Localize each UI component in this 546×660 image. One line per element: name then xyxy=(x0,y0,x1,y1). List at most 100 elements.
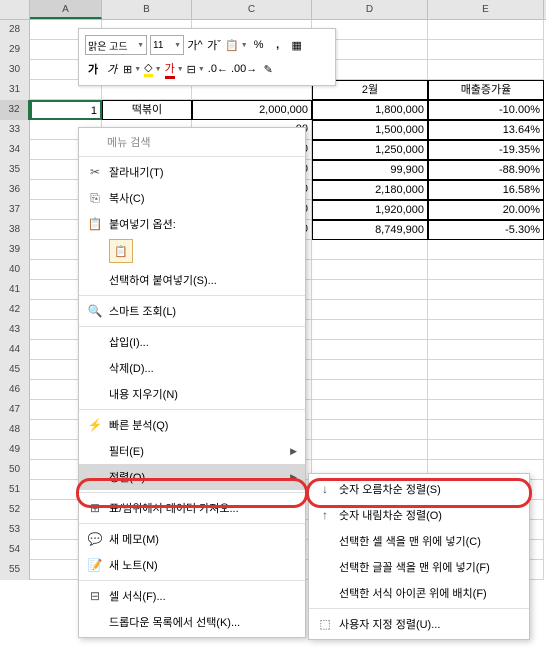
cell-D33[interactable]: 1,500,000 xyxy=(312,120,428,140)
cell-B32[interactable]: 떡볶이 xyxy=(102,100,192,120)
cell-D42[interactable] xyxy=(312,300,428,320)
row-header-46[interactable]: 46 xyxy=(0,380,30,400)
cell-E38[interactable]: -5.30% xyxy=(428,220,544,240)
cell-D47[interactable] xyxy=(312,400,428,420)
row-header-31[interactable]: 31 xyxy=(0,80,30,100)
menu-delete[interactable]: 삭제(D)... xyxy=(79,355,305,381)
menu-get-data[interactable]: ⊞표/범위에서 데이터 가져오... xyxy=(79,495,305,521)
cell-D32[interactable]: 1,800,000 xyxy=(312,100,428,120)
cell-E45[interactable] xyxy=(428,360,544,380)
cell-D45[interactable] xyxy=(312,360,428,380)
cell-E39[interactable] xyxy=(428,240,544,260)
menu-clear[interactable]: 내용 지우기(N) xyxy=(79,381,305,407)
row-header-36[interactable]: 36 xyxy=(0,180,30,200)
row-header-44[interactable]: 44 xyxy=(0,340,30,360)
row-header-35[interactable]: 35 xyxy=(0,160,30,180)
cell-E36[interactable]: 16.58% xyxy=(428,180,544,200)
row-header-29[interactable]: 29 xyxy=(0,40,30,60)
bold-btn[interactable]: 가 xyxy=(85,59,101,79)
row-header-52[interactable]: 52 xyxy=(0,500,30,520)
cell-D35[interactable]: 99,900 xyxy=(312,160,428,180)
conditional-format-icon[interactable]: ▦ xyxy=(289,35,305,55)
increase-font-btn[interactable]: 가^ xyxy=(187,35,203,55)
submenu-custom-sort[interactable]: ⬚사용자 지정 정렬(U)... xyxy=(309,611,529,637)
menu-insert[interactable]: 삽입(I)... xyxy=(79,329,305,355)
cell-D38[interactable]: 8,749,900 xyxy=(312,220,428,240)
format-btn[interactable]: ✎ xyxy=(260,59,276,79)
paste-option-default[interactable]: 📋 xyxy=(109,239,133,263)
cell-D34[interactable]: 1,250,000 xyxy=(312,140,428,160)
menu-smart-lookup[interactable]: 🔍스마트 조회(L) xyxy=(79,298,305,324)
menu-paste-special[interactable]: 선택하여 붙여넣기(S)... xyxy=(79,267,305,293)
cell-D44[interactable] xyxy=(312,340,428,360)
col-header-b[interactable]: B xyxy=(102,0,192,19)
decrease-decimal-btn[interactable]: .00→ xyxy=(231,59,257,79)
cell-E29[interactable] xyxy=(428,40,544,60)
submenu-sort-desc[interactable]: ↑숫자 내림차순 정렬(O) xyxy=(309,502,529,528)
row-header-54[interactable]: 54 xyxy=(0,540,30,560)
row-header-43[interactable]: 43 xyxy=(0,320,30,340)
cell-D36[interactable]: 2,180,000 xyxy=(312,180,428,200)
menu-new-note[interactable]: 📝새 노트(N) xyxy=(79,552,305,578)
cell-D40[interactable] xyxy=(312,260,428,280)
row-header-38[interactable]: 38 xyxy=(0,220,30,240)
row-header-48[interactable]: 48 xyxy=(0,420,30,440)
italic-btn[interactable]: 가 xyxy=(104,59,120,79)
format-painter-icon[interactable]: 📋▼ xyxy=(225,35,248,55)
select-all-corner[interactable] xyxy=(0,0,30,19)
cell-D43[interactable] xyxy=(312,320,428,340)
col-header-a[interactable]: A xyxy=(30,0,102,19)
row-header-47[interactable]: 47 xyxy=(0,400,30,420)
increase-decimal-btn[interactable]: .0← xyxy=(208,59,228,79)
col-header-c[interactable]: C xyxy=(192,0,312,19)
cell-E40[interactable] xyxy=(428,260,544,280)
fill-color-btn[interactable]: ◇▼ xyxy=(144,59,161,79)
comma-btn[interactable]: , xyxy=(270,35,286,55)
cell-E46[interactable] xyxy=(428,380,544,400)
submenu-sort-icon[interactable]: 선택한 서식 아이콘 위에 배치(F) xyxy=(309,580,529,606)
percent-btn[interactable]: % xyxy=(251,35,267,55)
menu-dropdown-list[interactable]: 드롭다운 목록에서 선택(K)... xyxy=(79,609,305,635)
cell-E28[interactable] xyxy=(428,20,544,40)
row-header-45[interactable]: 45 xyxy=(0,360,30,380)
row-header-49[interactable]: 49 xyxy=(0,440,30,460)
font-select[interactable]: 맑은 고드▼ xyxy=(85,35,147,55)
menu-copy[interactable]: ⎘복사(C) xyxy=(79,185,305,211)
col-header-e[interactable]: E xyxy=(428,0,544,19)
cell-D49[interactable] xyxy=(312,440,428,460)
row-header-28[interactable]: 28 xyxy=(0,20,30,40)
submenu-sort-font-color[interactable]: 선택한 글꼴 색을 맨 위에 넣기(F) xyxy=(309,554,529,580)
row-header-30[interactable]: 30 xyxy=(0,60,30,80)
cell-D48[interactable] xyxy=(312,420,428,440)
menu-cut[interactable]: ✂잘라내기(T) xyxy=(79,159,305,185)
cell-E34[interactable]: -19.35% xyxy=(428,140,544,160)
row-header-41[interactable]: 41 xyxy=(0,280,30,300)
cell-E42[interactable] xyxy=(428,300,544,320)
row-header-39[interactable]: 39 xyxy=(0,240,30,260)
cell-E41[interactable] xyxy=(428,280,544,300)
font-color-btn[interactable]: 가▼ xyxy=(165,59,184,79)
cell-D37[interactable]: 1,920,000 xyxy=(312,200,428,220)
row-header-51[interactable]: 51 xyxy=(0,480,30,500)
menu-filter[interactable]: 필터(E)▶ xyxy=(79,438,305,464)
cell-D46[interactable] xyxy=(312,380,428,400)
row-header-55[interactable]: 55 xyxy=(0,560,30,580)
cell-D41[interactable] xyxy=(312,280,428,300)
merge-btn[interactable]: ⊟▼ xyxy=(187,59,205,79)
menu-new-memo[interactable]: 💬새 메모(M) xyxy=(79,526,305,552)
cell-E31[interactable]: 매출증가율 xyxy=(428,80,544,100)
cell-D39[interactable] xyxy=(312,240,428,260)
submenu-sort-asc[interactable]: ↓숫자 오름차순 정렬(S) xyxy=(309,476,529,502)
row-header-32[interactable]: 32 xyxy=(0,100,30,120)
row-header-40[interactable]: 40 xyxy=(0,260,30,280)
row-header-53[interactable]: 53 xyxy=(0,520,30,540)
cell-E49[interactable] xyxy=(428,440,544,460)
cell-E48[interactable] xyxy=(428,420,544,440)
cell-E47[interactable] xyxy=(428,400,544,420)
font-size-select[interactable]: 11▼ xyxy=(150,35,184,55)
row-header-37[interactable]: 37 xyxy=(0,200,30,220)
decrease-font-btn[interactable]: 가ˇ xyxy=(206,35,222,55)
row-header-42[interactable]: 42 xyxy=(0,300,30,320)
cell-E44[interactable] xyxy=(428,340,544,360)
row-header-33[interactable]: 33 xyxy=(0,120,30,140)
